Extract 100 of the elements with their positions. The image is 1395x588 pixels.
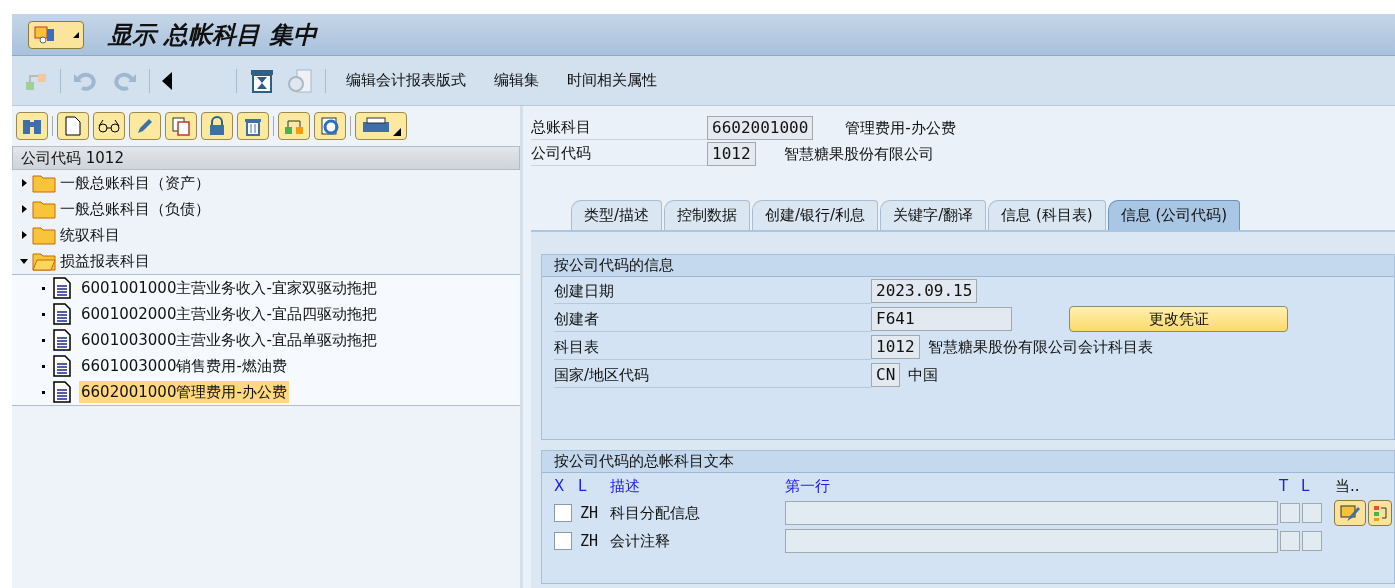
- tree-item-label: 6001003000主营业务收入-宜品单驱动拖把: [80, 329, 378, 351]
- window-title: 显示 总帐科目 集中: [108, 19, 317, 51]
- field-label: 创建日期: [554, 278, 871, 304]
- value-field[interactable]: CN: [871, 363, 901, 387]
- expand-icon[interactable]: [20, 231, 28, 239]
- refresh-icon[interactable]: [314, 112, 346, 140]
- printer-icon[interactable]: [355, 112, 407, 140]
- column-header: L: [1301, 475, 1311, 497]
- edit-text-button[interactable]: [1334, 500, 1366, 526]
- checkbox-field[interactable]: [1280, 531, 1300, 551]
- toolbar-button[interactable]: 编辑集: [486, 69, 547, 92]
- folder-icon: [32, 173, 56, 193]
- dropdown-icon: [73, 31, 79, 38]
- tree-item-label: 6001001000主营业务收入-宜家双驱动拖把: [80, 277, 378, 299]
- language-code: ZH: [580, 502, 600, 524]
- column-header: 描述: [610, 475, 641, 497]
- tree-item[interactable]: 6602001000管理费用-办公费: [12, 379, 520, 405]
- value-field[interactable]: 1012: [707, 142, 756, 166]
- hourglass-icon[interactable]: [249, 67, 275, 94]
- text-field[interactable]: [785, 529, 1278, 553]
- folder-label: 一般总账科目（资产）: [60, 172, 210, 194]
- field-label: 创建者: [554, 306, 871, 332]
- toolbar-button[interactable]: 时间相关属性: [559, 69, 665, 92]
- checkbox-field[interactable]: [1280, 503, 1300, 523]
- bullet-icon: [42, 286, 45, 290]
- copy-icon[interactable]: [165, 112, 197, 140]
- expand-icon[interactable]: [20, 205, 28, 213]
- change-document-button[interactable]: 更改凭证: [1069, 306, 1288, 332]
- new-document-icon[interactable]: [57, 112, 89, 140]
- value-field[interactable]: 6602001000: [707, 116, 814, 140]
- list-icon: [1373, 504, 1387, 522]
- hierarchy-icon[interactable]: [278, 112, 310, 140]
- tree-item-label: 6001002000主营业务收入-宜品四驱动拖把: [80, 303, 378, 325]
- checkbox-field[interactable]: [1302, 503, 1322, 523]
- language-code: ZH: [580, 530, 600, 552]
- checkbox-field[interactable]: [1302, 531, 1322, 551]
- tree-folder[interactable]: 一般总账科目（资产）: [12, 170, 520, 196]
- tree-item[interactable]: 6001003000主营业务收入-宜品单驱动拖把: [12, 327, 520, 353]
- column-header: 第一行: [785, 475, 831, 497]
- folder-label: 一般总账科目（负债）: [60, 198, 210, 220]
- value-field[interactable]: 2023.09.15: [871, 279, 978, 303]
- bullet-icon: [42, 390, 45, 394]
- tab[interactable]: 关键字/翻译: [880, 200, 987, 230]
- collapse-icon[interactable]: [20, 257, 28, 265]
- column-header: X: [554, 475, 566, 497]
- menu-button[interactable]: [28, 20, 84, 49]
- field-description: 智慧糖果股份有限公司会计科目表: [927, 336, 1153, 358]
- tab[interactable]: 信息 (公司代码): [1107, 200, 1241, 230]
- field-label: 国家/地区代码: [554, 362, 871, 388]
- document-icon: [53, 277, 71, 299]
- tab[interactable]: 控制数据: [664, 200, 751, 230]
- trash-icon[interactable]: [237, 112, 269, 140]
- tree-header: 公司代码 1012: [12, 146, 520, 170]
- tree-item-label: 6602001000管理费用-办公费: [79, 380, 289, 404]
- value-field[interactable]: F641: [871, 307, 1012, 331]
- document-icon: [53, 303, 71, 325]
- tree-folder[interactable]: 损益报表科目: [12, 248, 520, 274]
- hierarchy-button[interactable]: [1368, 500, 1392, 526]
- lock-icon[interactable]: [201, 112, 233, 140]
- description-text: 会计注释: [610, 530, 671, 552]
- expand-icon[interactable]: [20, 179, 28, 187]
- document-icon: [53, 381, 71, 403]
- description-text: 科目分配信息: [610, 502, 701, 524]
- group-title: 按公司代码的信息: [542, 255, 1394, 277]
- bullet-icon: [42, 312, 45, 316]
- tree-item[interactable]: 6601003000销售费用-燃油费: [12, 353, 520, 379]
- field-label: 科目表: [554, 334, 871, 360]
- folder-icon: [32, 199, 56, 219]
- app-icon: [33, 24, 57, 45]
- bullet-icon: [42, 364, 45, 368]
- column-header: L: [578, 475, 588, 497]
- toolbar-button[interactable]: 编辑会计报表版式: [338, 69, 474, 92]
- tab[interactable]: 信息 (科目表): [988, 200, 1106, 230]
- column-header: 当..: [1335, 475, 1360, 497]
- folder-label: 损益报表科目: [60, 250, 150, 272]
- glasses-icon[interactable]: [93, 112, 125, 140]
- value-field[interactable]: 1012: [871, 335, 920, 359]
- tree-folder[interactable]: 一般总账科目（负债）: [12, 196, 520, 222]
- tree-item[interactable]: 6001001000主营业务收入-宜家双驱动拖把: [12, 275, 520, 301]
- tree-item-label: 6601003000销售费用-燃油费: [80, 355, 288, 377]
- open-folder-icon: [32, 251, 56, 271]
- tab[interactable]: 类型/描述: [571, 200, 663, 230]
- tree-item[interactable]: 6001002000主营业务收入-宜品四驱动拖把: [12, 301, 520, 327]
- column-header: T: [1279, 475, 1290, 497]
- group-title: 按公司代码的总帐科目文本: [542, 451, 1394, 473]
- checkbox[interactable]: [554, 532, 572, 550]
- field-description: 管理费用-办公费: [845, 117, 956, 139]
- folder-label: 统驭科目: [60, 224, 120, 246]
- back-icon[interactable]: [162, 71, 172, 90]
- checkbox[interactable]: [554, 504, 572, 522]
- tab[interactable]: 创建/银行/利息: [752, 200, 879, 230]
- pencil-icon[interactable]: [129, 112, 161, 140]
- document-icon: [53, 355, 71, 377]
- document-icon: [53, 329, 71, 351]
- text-field[interactable]: [785, 501, 1278, 525]
- folder-icon: [32, 225, 56, 245]
- binoculars-icon[interactable]: [16, 112, 48, 140]
- tree-folder[interactable]: 统驭科目: [12, 222, 520, 248]
- bullet-icon: [42, 338, 45, 342]
- field-description: 中国: [908, 364, 939, 386]
